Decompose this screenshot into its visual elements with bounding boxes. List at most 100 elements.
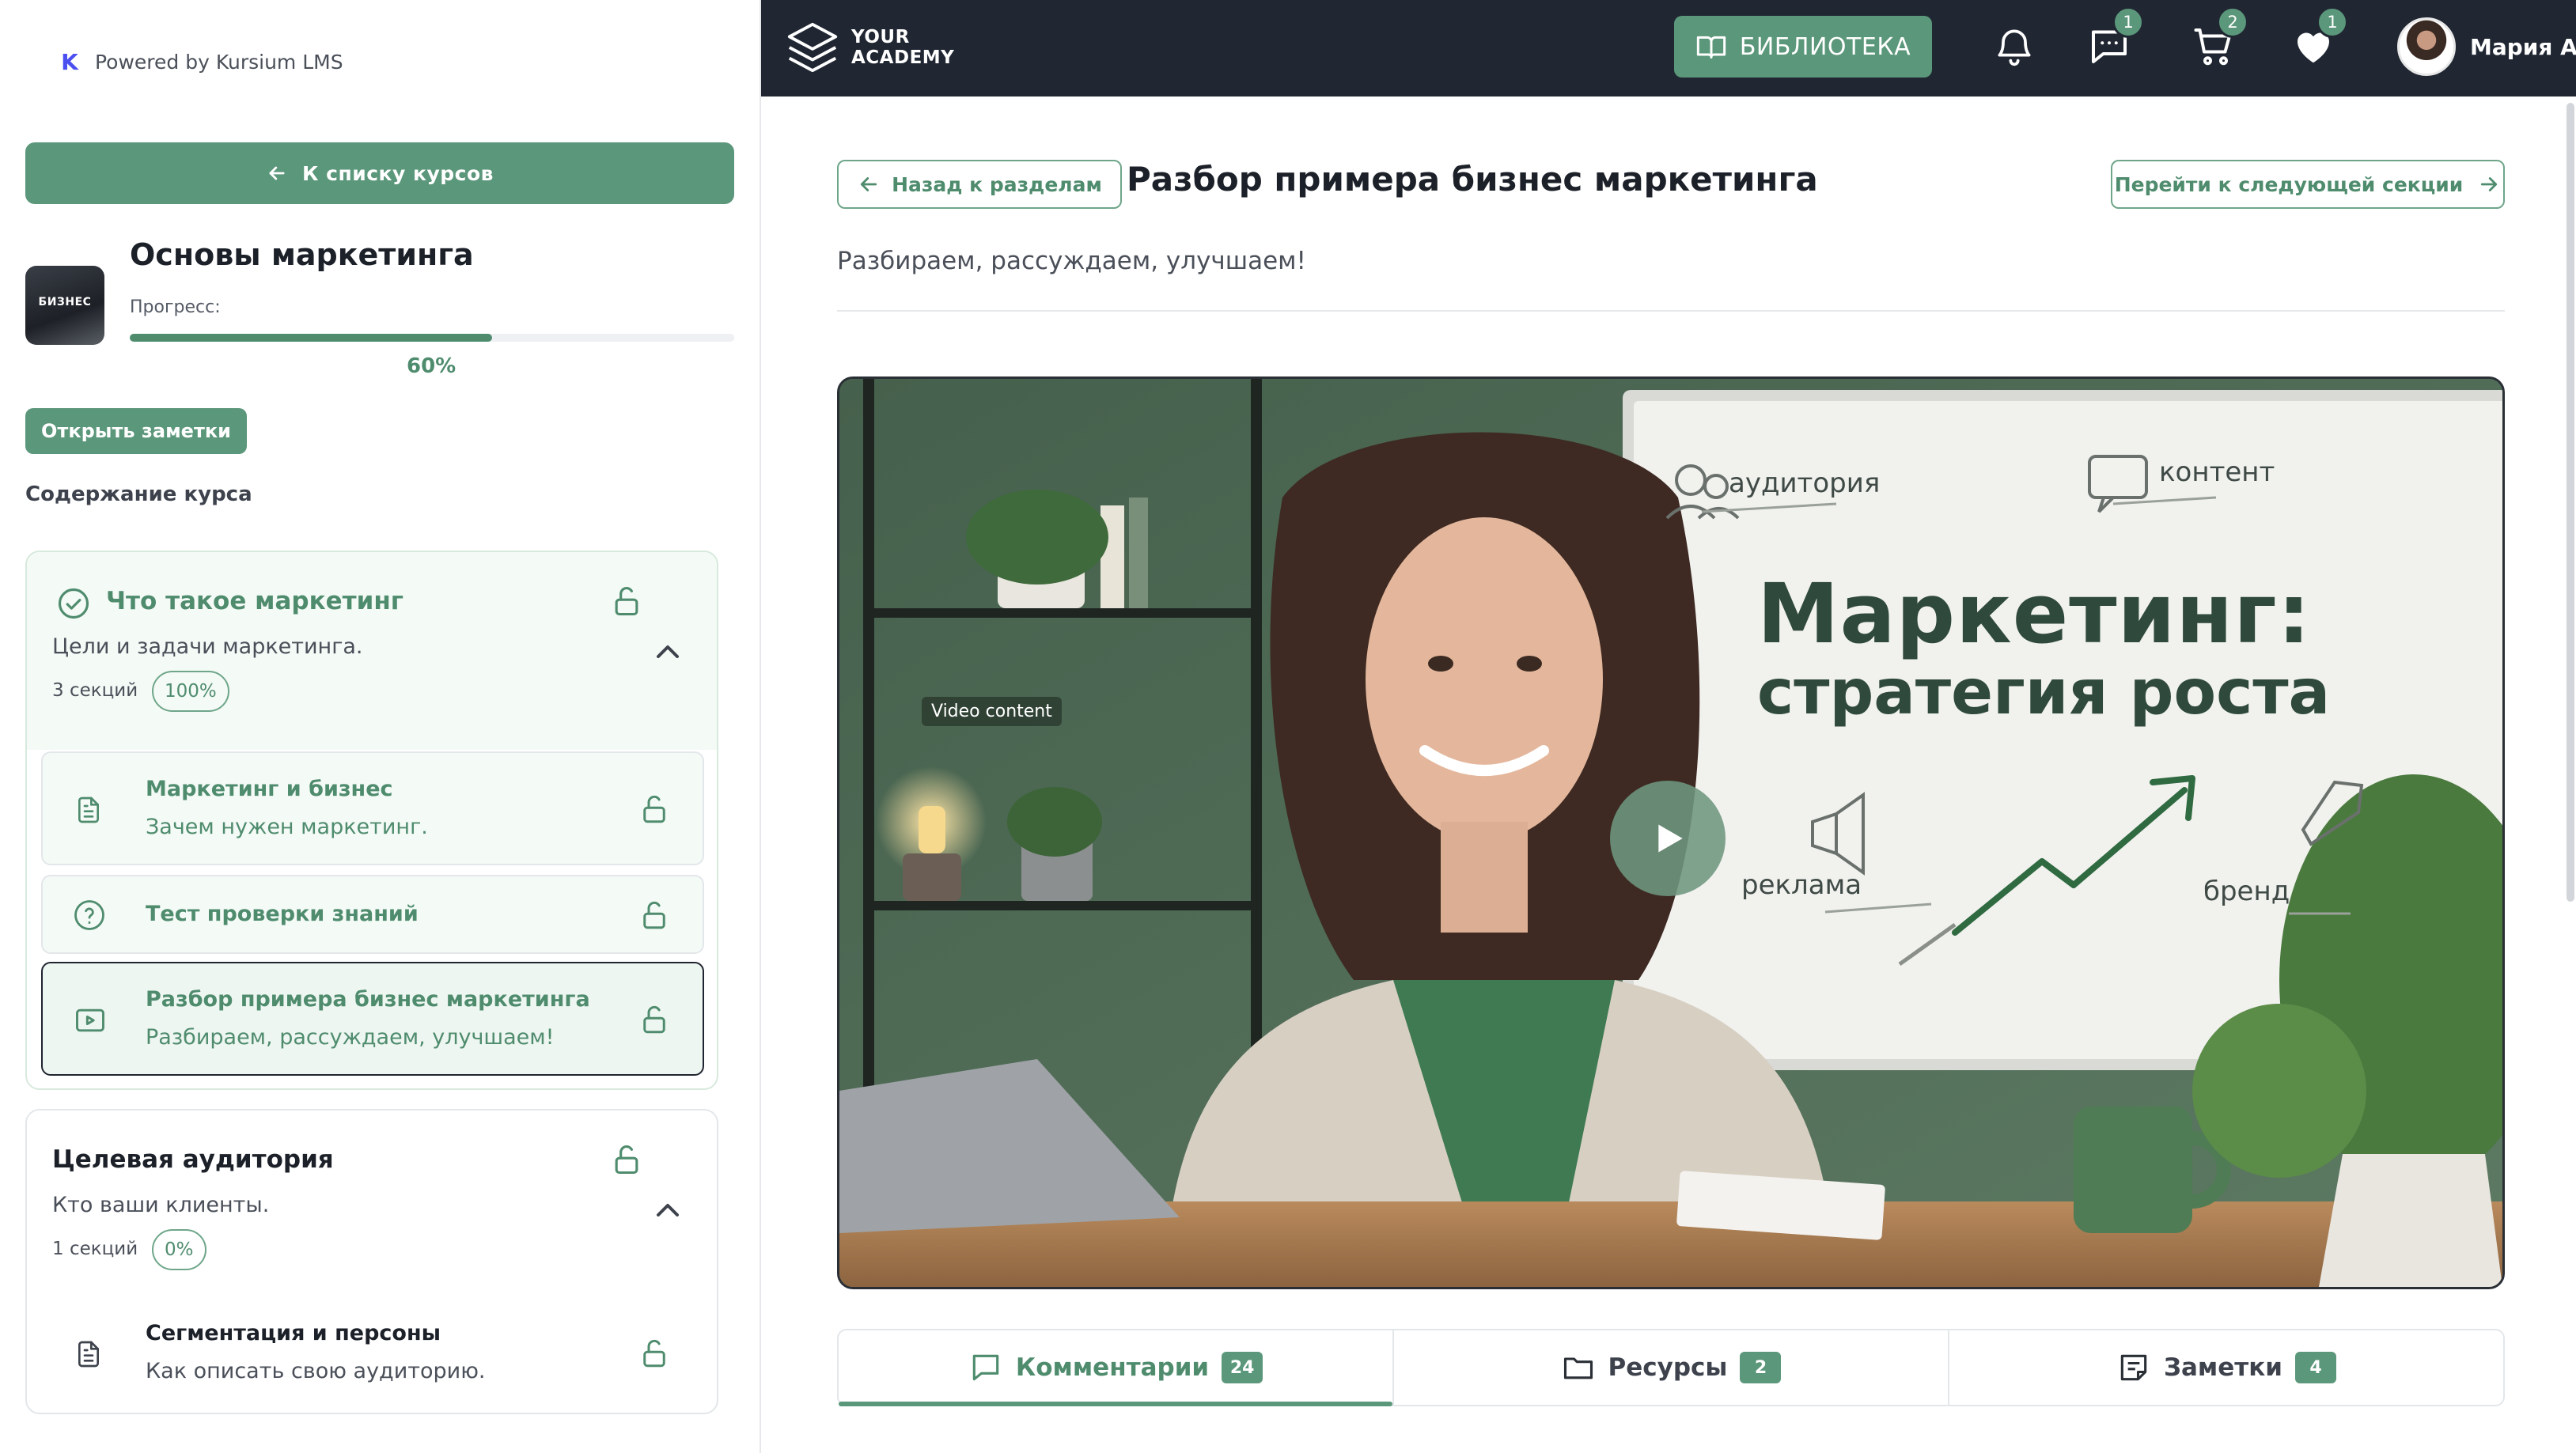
tab-comments-label: Комментарии [1015,1353,1210,1382]
unlock-icon [643,1005,665,1034]
page-scrollbar[interactable] [2567,103,2574,902]
favorites-button[interactable]: 1 [2290,6,2348,73]
back-to-sections-button[interactable]: Назад к разделам [837,160,1122,209]
cart-badge: 2 [2217,6,2248,38]
module-what-is-marketing: Что такое маркетинг Цели и задачи маркет… [25,551,718,1090]
user-name: Мария А. [2470,33,2576,60]
bell-icon[interactable] [1992,22,2036,70]
academy-name-line2: ACADEMY [851,47,955,68]
top-navigation-bar: YOUR ACADEMY БИБЛИОТЕКА 1 2 1 Мария А. [761,0,2576,96]
lesson-subtitle: Разбираем, рассуждаем, улучшаем! [837,247,1306,275]
unlock-icon [643,901,665,929]
unlock-icon [643,795,665,823]
tab-notes[interactable]: Заметки 4 [1949,1330,2503,1405]
whiteboard-label-brand: бренд [2203,876,2290,907]
document-icon [78,1341,99,1368]
whiteboard-title: Маркетинг: [1757,566,2312,662]
powered-by[interactable]: K Powered by Kursium LMS [55,47,343,76]
avatar [2397,17,2456,76]
course-thumbnail: БИЗНЕС [25,266,104,345]
whiteboard-label-audience: аудитория [1729,467,1881,499]
check-circle-icon [58,588,89,619]
whiteboard-label-content: контент [2159,456,2275,488]
question-icon [74,900,104,930]
page-title: Разбор примера бизнес маркетинга [1127,160,1818,199]
chevron-up-icon[interactable] [649,1191,687,1229]
module-description: Цели и задачи маркетинга. [52,634,363,659]
lesson-title: Разбор примера бизнес маркетинга [146,987,590,1012]
academy-logo[interactable]: YOUR ACADEMY [785,19,954,76]
lesson-tabs: Комментарии 24 Ресурсы 2 Заметки 4 [837,1329,2505,1406]
course-title: Основы маркетинга [130,237,474,272]
messages-badge: 1 [2112,6,2144,38]
academy-name-line1: YOUR [851,27,910,47]
lesson-item[interactable]: Сегментация и персоны Как описать свою а… [41,1296,704,1409]
play-button[interactable] [1610,781,1726,896]
progress-bar [130,334,734,342]
video-player[interactable]: Маркетинг: стратегия роста аудитория кон… [837,376,2505,1289]
unlock-icon [615,587,638,616]
tab-notes-count: 4 [2295,1352,2337,1383]
course-content-title: Содержание курса [25,482,252,506]
divider [837,310,2505,312]
comment-icon [972,1354,999,1381]
module-section-count: 1 секций [52,1239,138,1259]
messages-button[interactable]: 1 [2085,6,2144,73]
library-label: БИБЛИОТЕКА [1739,32,1911,61]
lesson-content: Назад к разделам Разбор примера бизнес м… [761,96,2576,1453]
module-section-count: 3 секций [52,680,138,701]
unlock-icon [615,1145,638,1175]
arrow-right-icon [2481,177,2498,191]
lesson-description: Как описать свою аудиторию. [146,1359,486,1383]
back-to-courses-label: К списку курсов [301,161,494,185]
tab-comments[interactable]: Комментарии 24 [839,1330,1394,1406]
lesson-item[interactable]: Маркетинг и бизнес Зачем нужен маркетинг… [41,751,704,865]
folder-icon [1563,1357,1593,1379]
module-title: Целевая аудитория [52,1145,334,1174]
lesson-item[interactable]: Тест проверки знаний [41,875,704,954]
module-header[interactable]: Что такое маркетинг Цели и задачи маркет… [27,552,717,750]
open-notes-button[interactable]: Открыть заметки [25,408,247,454]
powered-by-text: Powered by Kursium LMS [95,50,343,74]
course-sidebar: K Powered by Kursium LMS К списку курсов… [0,0,761,1453]
module-percent-badge: 100% [152,671,229,712]
academy-name: YOUR ACADEMY [851,27,954,68]
kursium-logo-icon: K [61,48,78,75]
arrow-left-icon [269,166,285,180]
notes-icon [2120,1354,2147,1381]
user-menu[interactable]: Мария А. [2397,17,2576,76]
whiteboard-label-ads: реклама [1741,869,1862,901]
lesson-description: Разбираем, рассуждаем, улучшаем! [146,1025,555,1050]
module-header[interactable]: Целевая аудитория Кто ваши клиенты. 1 се… [27,1111,717,1308]
tab-resources-label: Ресурсы [1608,1353,1728,1382]
tab-resources-count: 2 [1740,1352,1782,1383]
book-icon [1696,36,1726,59]
next-section-label: Перейти к следующей секции [2114,172,2464,196]
progress-label: Прогресс: [130,297,221,317]
tab-notes-label: Заметки [2163,1353,2283,1382]
next-section-button[interactable]: Перейти к следующей секции [2111,160,2505,209]
video-content-label: Video content [922,697,1062,726]
module-percent-badge: 0% [152,1229,206,1270]
academy-logo-icon [787,22,838,73]
play-icon [1658,824,1683,853]
back-to-courses-button[interactable]: К списку курсов [25,142,734,204]
library-button[interactable]: БИБЛИОТЕКА [1674,16,1932,78]
document-icon [78,797,99,823]
back-to-sections-label: Назад к разделам [892,172,1102,196]
course-thumbnail-label: БИЗНЕС [38,296,92,308]
lesson-title: Маркетинг и бизнес [146,777,393,801]
lesson-item-current[interactable]: Разбор примера бизнес маркетинга Разбира… [41,962,704,1076]
lesson-description: Зачем нужен маркетинг. [146,815,428,839]
module-description: Кто ваши клиенты. [52,1193,270,1217]
whiteboard-subtitle: стратегия роста [1757,657,2331,728]
unlock-icon [643,1339,665,1368]
tab-resources[interactable]: Ресурсы 2 [1394,1330,1949,1405]
lesson-title: Сегментация и персоны [146,1321,441,1345]
cart-button[interactable]: 2 [2190,6,2248,73]
arrow-left-icon [860,177,877,191]
favorites-badge: 1 [2317,6,2348,38]
tab-comments-count: 24 [1222,1352,1263,1383]
chevron-up-icon[interactable] [649,633,687,671]
progress-percent: 60% [407,354,456,378]
